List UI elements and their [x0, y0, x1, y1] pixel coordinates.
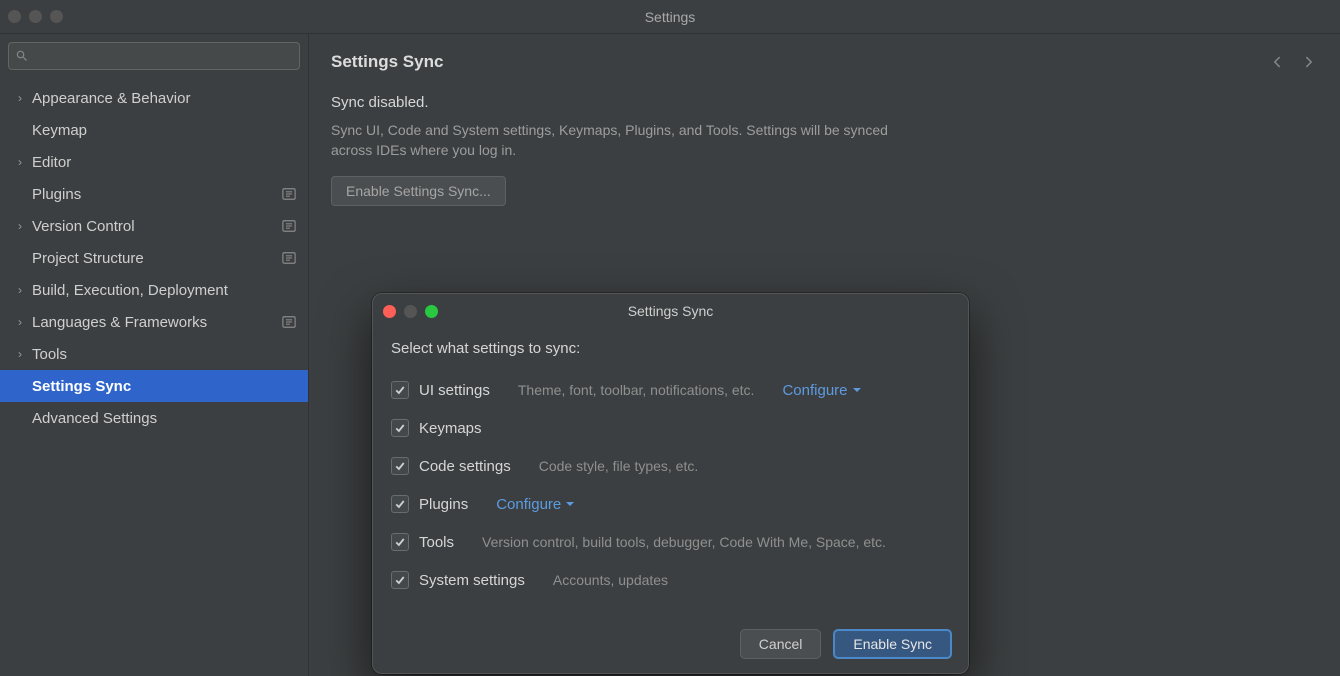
sidebar-item-languages-frameworks[interactable]: › Languages & Frameworks	[0, 306, 308, 338]
sidebar-item-label: Settings Sync	[32, 378, 131, 395]
project-badge-icon	[282, 219, 296, 233]
nav-forward-icon[interactable]	[1300, 53, 1318, 71]
sync-option-hint: Accounts, updates	[553, 572, 668, 588]
chevron-right-icon: ›	[14, 155, 26, 169]
sidebar-item-label: Build, Execution, Deployment	[32, 282, 228, 299]
minimize-window-icon[interactable]	[29, 10, 42, 23]
checkbox[interactable]	[391, 533, 409, 551]
project-badge-icon	[282, 187, 296, 201]
sync-option-row: System settings Accounts, updates	[391, 561, 950, 599]
chevron-right-icon: ›	[14, 315, 26, 329]
search-icon	[15, 49, 29, 63]
checkbox[interactable]	[391, 495, 409, 513]
sync-option-label: UI settings	[419, 382, 490, 399]
sidebar-item-label: Languages & Frameworks	[32, 314, 207, 331]
sync-option-row: Tools Version control, build tools, debug…	[391, 523, 950, 561]
sidebar-item-editor[interactable]: › Editor	[0, 146, 308, 178]
sync-option-row: Plugins Configure	[391, 485, 950, 523]
sync-option-label: Code settings	[419, 458, 511, 475]
maximize-window-icon[interactable]	[50, 10, 63, 23]
chevron-right-icon: ›	[14, 347, 26, 361]
sidebar-item-label: Tools	[32, 346, 67, 363]
settings-search-box[interactable]	[8, 42, 300, 70]
sync-option-label: System settings	[419, 572, 525, 589]
dialog-maximize-icon[interactable]	[425, 305, 438, 318]
settings-search-input[interactable]	[33, 49, 293, 64]
sync-option-row: Keymaps	[391, 409, 950, 447]
sidebar-item-appearance-behavior[interactable]: › Appearance & Behavior	[0, 82, 308, 114]
window-titlebar: Settings	[0, 0, 1340, 34]
sidebar-item-project-structure[interactable]: ›Project Structure	[0, 242, 308, 274]
checkbox[interactable]	[391, 419, 409, 437]
settings-sync-dialog: Settings Sync Select what settings to sy…	[372, 293, 969, 674]
checkbox[interactable]	[391, 571, 409, 589]
dialog-close-icon[interactable]	[383, 305, 396, 318]
chevron-right-icon: ›	[14, 219, 26, 233]
sync-status: Sync disabled.	[331, 94, 1318, 111]
project-badge-icon	[282, 315, 296, 329]
sidebar-item-label: Plugins	[32, 186, 81, 203]
sidebar-item-advanced-settings[interactable]: ›Advanced Settings	[0, 402, 308, 434]
dialog-minimize-icon	[404, 305, 417, 318]
dialog-title: Settings Sync	[383, 303, 958, 319]
sync-option-hint: Theme, font, toolbar, notifications, etc…	[518, 382, 755, 398]
chevron-down-icon	[565, 496, 575, 513]
sidebar-item-label: Keymap	[32, 122, 87, 139]
close-window-icon[interactable]	[8, 10, 21, 23]
chevron-right-icon: ›	[14, 283, 26, 297]
sync-option-hint: Code style, file types, etc.	[539, 458, 699, 474]
project-badge-icon	[282, 251, 296, 265]
checkbox[interactable]	[391, 457, 409, 475]
sidebar-item-tools[interactable]: › Tools	[0, 338, 308, 370]
sync-option-label: Plugins	[419, 496, 468, 513]
sync-option-row: Code settings Code style, file types, etc…	[391, 447, 950, 485]
cancel-button[interactable]: Cancel	[740, 629, 822, 659]
sidebar-item-version-control[interactable]: › Version Control	[0, 210, 308, 242]
configure-link-label: Configure	[782, 382, 847, 399]
configure-link[interactable]: Configure	[496, 496, 575, 513]
dialog-titlebar: Settings Sync	[373, 294, 968, 328]
checkbox[interactable]	[391, 381, 409, 399]
sidebar-item-plugins[interactable]: ›Plugins	[0, 178, 308, 210]
chevron-right-icon: ›	[14, 91, 26, 105]
enable-settings-sync-button[interactable]: Enable Settings Sync...	[331, 176, 506, 206]
sync-description: Sync UI, Code and System settings, Keyma…	[331, 121, 911, 160]
sidebar-item-label: Version Control	[32, 218, 135, 235]
sidebar-item-label: Project Structure	[32, 250, 144, 267]
sync-option-hint: Version control, build tools, debugger, …	[482, 534, 886, 550]
window-title: Settings	[8, 9, 1332, 25]
sidebar-item-settings-sync[interactable]: ›Settings Sync	[0, 370, 308, 402]
dialog-prompt: Select what settings to sync:	[391, 336, 950, 357]
sidebar-item-label: Advanced Settings	[32, 410, 157, 427]
chevron-down-icon	[852, 382, 862, 399]
sync-option-row: UI settings Theme, font, toolbar, notific…	[391, 371, 950, 409]
settings-sidebar: ›Appearance & Behavior›Keymap›Editor›Plu…	[0, 34, 309, 676]
sidebar-item-build-execution-deployment[interactable]: › Build, Execution, Deployment	[0, 274, 308, 306]
sync-option-label: Keymaps	[419, 420, 482, 437]
sidebar-item-label: Editor	[32, 154, 71, 171]
sync-option-label: Tools	[419, 534, 454, 551]
content-heading: Settings Sync	[331, 52, 443, 72]
enable-sync-button[interactable]: Enable Sync	[833, 629, 952, 659]
sidebar-item-label: Appearance & Behavior	[32, 90, 190, 107]
configure-link[interactable]: Configure	[782, 382, 861, 399]
sidebar-item-keymap[interactable]: ›Keymap	[0, 114, 308, 146]
nav-back-icon[interactable]	[1268, 53, 1286, 71]
settings-tree: ›Appearance & Behavior›Keymap›Editor›Plu…	[0, 78, 308, 676]
configure-link-label: Configure	[496, 496, 561, 513]
